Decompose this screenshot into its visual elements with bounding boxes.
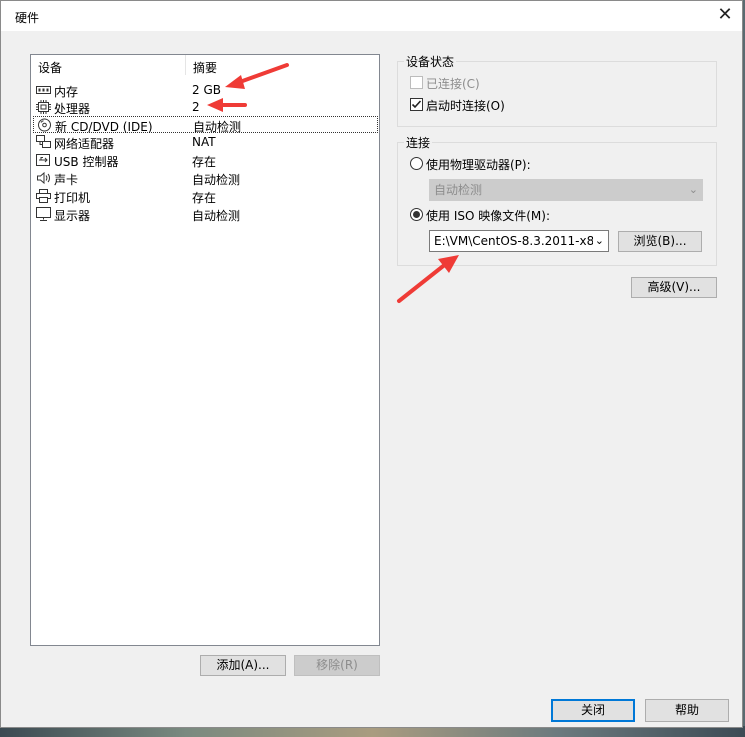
annotation-arrows [207,63,459,303]
annotation-arrow-memory [225,63,289,89]
annotation-arrow-processor [207,98,247,112]
hardware-dialog: 硬件 ✕ 设备 摘要 内存 2 GB 处理器 2 新 CD/DVD (IDE) … [0,0,743,728]
annotation-arrow-iso [397,255,459,303]
